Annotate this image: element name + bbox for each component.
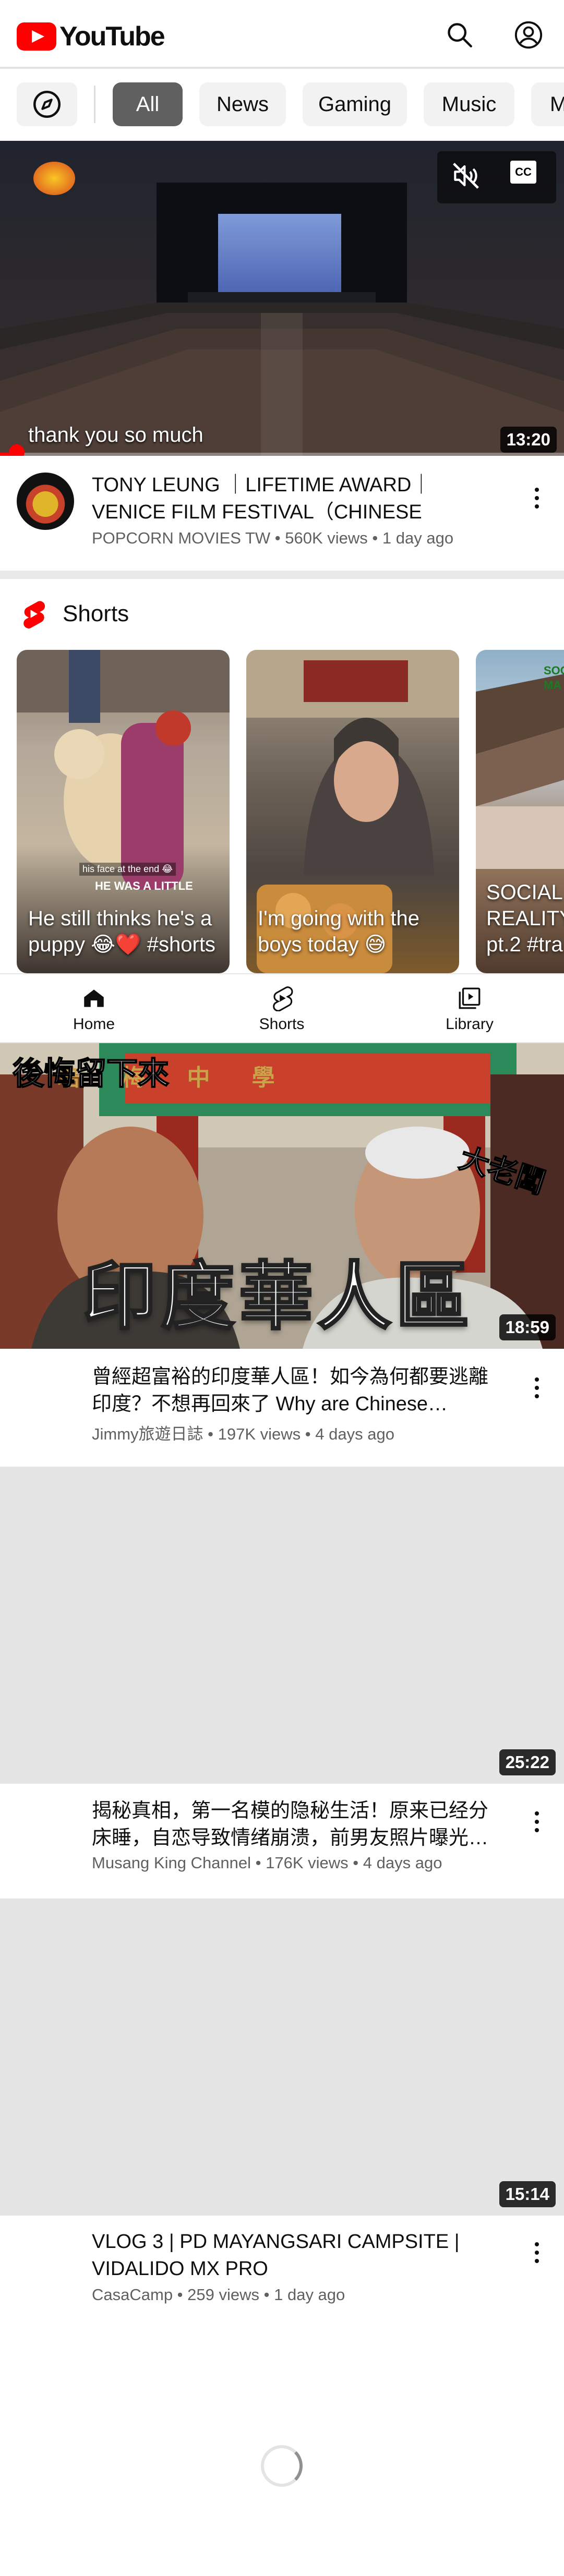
youtube-logo[interactable]: YouTube [17, 21, 165, 52]
nav-home[interactable]: Home [31, 974, 157, 1044]
channel-name[interactable]: Musang King Channel [92, 1854, 251, 1872]
video-meta: CasaCamp • 259 views • 1 day ago [92, 2285, 345, 2304]
nav-shorts[interactable]: Shorts [219, 974, 344, 1044]
top-app-bar: YouTube [0, 0, 564, 69]
shorts-icon [273, 986, 293, 1011]
upload-age: 1 day ago [382, 529, 454, 547]
featured-video-player[interactable]: CC thank you so much 13:20 [0, 141, 564, 456]
chip-music[interactable]: Music [424, 82, 514, 126]
thumbnail-main-text: 印度華人區 [81, 1254, 474, 1339]
video-title[interactable]: 揭秘真相，第一名模的隐秘生活！原来已经分床睡，自恋导致情绪崩溃，前男友照片曝光… [92, 1797, 504, 1852]
logo-text: YouTube [59, 21, 165, 52]
chip-more[interactable]: M [531, 82, 564, 126]
video-meta: Musang King Channel • 176K views • 4 day… [92, 1854, 442, 1872]
more-options-icon[interactable] [526, 480, 547, 516]
short-overlay-badge: SOC MA [544, 664, 564, 692]
account-icon[interactable] [513, 20, 544, 50]
more-options-icon[interactable] [526, 2234, 547, 2271]
more-options-icon[interactable] [526, 1370, 547, 1406]
short-title: SOCIAL REALITY pt.2 #tra [486, 881, 564, 956]
short-card[interactable]: SOC MA SOCIAL REALITY pt.2 #tra [476, 650, 564, 973]
channel-name[interactable]: POPCORN MOVIES TW [92, 529, 270, 547]
chip-news[interactable]: News [199, 82, 286, 126]
view-count: 560K views [285, 529, 368, 547]
chip-all[interactable]: All [113, 82, 183, 126]
progress-track [0, 453, 564, 456]
video-thumbnail[interactable]: 25:22 [0, 1467, 564, 1784]
filter-chip-bar: All News Gaming Music M [0, 78, 564, 130]
popcorn-logo-overlay [33, 162, 75, 195]
chip-gaming[interactable]: Gaming [303, 82, 407, 126]
duration-badge: 15:14 [499, 2181, 556, 2207]
channel-name[interactable]: CasaCamp [92, 2285, 173, 2304]
short-title: He still thinks he's a puppy 😂❤️ #shorts [28, 907, 215, 956]
video-title[interactable]: 曾經超富裕的印度華人區！如今為何都要逃離印度？不想再回來了 Why are Ch… [92, 1363, 504, 1418]
mute-icon[interactable] [450, 160, 482, 192]
short-card[interactable]: his face at the end 😂 HE WAS A LITTLE He… [17, 650, 230, 973]
library-icon [459, 987, 481, 1009]
short-title: I'm going with the boys today 😅 [258, 907, 420, 956]
upload-age: 1 day ago [274, 2285, 345, 2304]
live-caption-text: thank you so much [28, 424, 203, 446]
duration-badge: 25:22 [499, 1749, 556, 1775]
home-icon [84, 989, 104, 1007]
video-meta: Jimmy旅遊日誌 • 197K views • 4 days ago [92, 1425, 394, 1443]
captions-button[interactable]: CC [510, 161, 536, 184]
progress-scrubber[interactable] [8, 444, 25, 456]
duration-badge: 18:59 [499, 1314, 556, 1340]
duration-badge: 13:20 [500, 427, 557, 453]
upload-age: 4 days ago [363, 1854, 442, 1872]
video-thumbnail[interactable]: 培 梅 中 學 後悔留下來 大老闆 印度華人區 18:59 [0, 1043, 564, 1349]
view-count: 197K views [218, 1425, 301, 1443]
shorts-heading: Shorts [63, 601, 129, 626]
section-divider [0, 571, 564, 579]
loading-spinner [261, 2445, 303, 2487]
video-meta: POPCORN MOVIES TW • 560K views • 1 day a… [92, 529, 454, 547]
chip-divider [94, 86, 95, 123]
short-overlay-caption: his face at the end 😂 [79, 863, 176, 876]
view-count: 176K views [266, 1854, 349, 1872]
short-card[interactable]: I'm going with the boys today 😅 [246, 650, 459, 973]
upload-age: 4 days ago [315, 1425, 394, 1443]
more-options-icon[interactable] [526, 1804, 547, 1840]
compass-icon [33, 91, 61, 118]
bottom-navigation-bar: Home Shorts Library [0, 973, 564, 1043]
video-title[interactable]: VLOG 3 | PD MAYANGSARI CAMPSITE | VIDALI… [92, 2228, 504, 2282]
channel-name[interactable]: Jimmy旅遊日誌 [92, 1425, 203, 1443]
nav-home-label: Home [73, 1015, 115, 1033]
channel-avatar[interactable] [17, 473, 74, 530]
shorts-logo-icon [23, 601, 45, 628]
nav-library[interactable]: Library [407, 974, 532, 1044]
explore-button[interactable] [17, 82, 77, 126]
search-icon[interactable] [445, 20, 475, 50]
short-overlay-text: HE WAS A LITTLE [95, 879, 193, 892]
youtube-play-icon [17, 22, 56, 51]
thumbnail-top-text: 後悔留下來 [12, 1056, 170, 1092]
nav-shorts-label: Shorts [259, 1015, 305, 1033]
view-count: 259 views [187, 2285, 260, 2304]
nav-library-label: Library [446, 1015, 494, 1033]
video-thumbnail[interactable]: 15:14 [0, 1898, 564, 2216]
video-title[interactable]: TONY LEUNG ｜LIFETIME AWARD｜VENICE FILM F… [92, 471, 504, 526]
